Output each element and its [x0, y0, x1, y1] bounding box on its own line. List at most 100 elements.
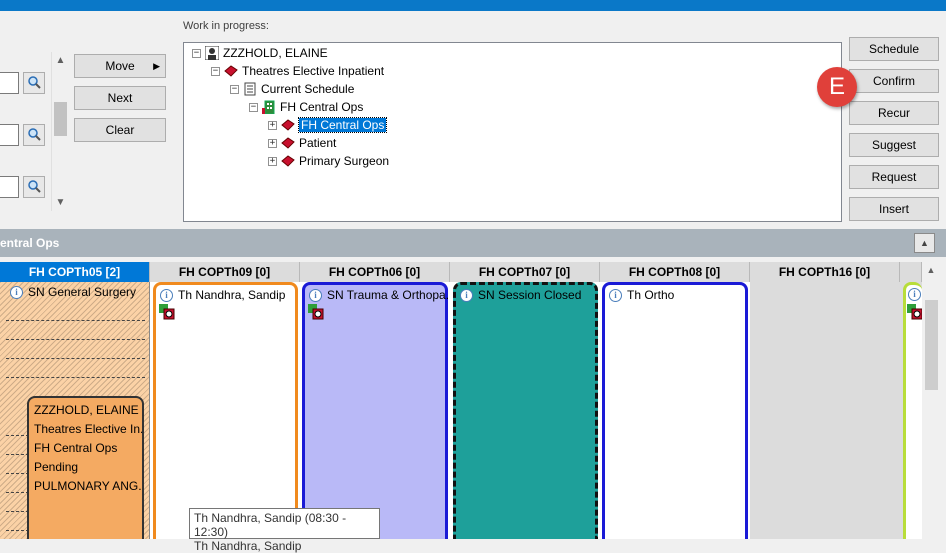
session-block-7[interactable]: i [903, 282, 923, 539]
patient-icon [204, 45, 220, 61]
criteria-field-3[interactable] [0, 176, 19, 198]
appt-patient: ZZZHOLD, ELAINE [34, 403, 139, 417]
suggest-button[interactable]: Suggest [849, 133, 939, 157]
appointment-block[interactable]: ZZZHOLD, ELAINE Theatres Elective In... … [27, 396, 144, 539]
tree-label: ZZZHOLD, ELAINE [223, 46, 328, 60]
tree-label-selected: FH Central Ops [297, 117, 388, 133]
tree-node-waitlist[interactable]: − Theatres Elective Inpatient [211, 62, 384, 80]
tree-node-patient[interactable]: − ZZZHOLD, ELAINE [192, 44, 328, 62]
session-block-3[interactable]: i SN Trauma & Orthopa... [302, 282, 456, 539]
collapse-icon[interactable]: − [192, 48, 201, 58]
criteria-scrollbar[interactable]: ▲ ▼ [51, 52, 68, 211]
book-icon [281, 118, 295, 132]
column-7-body[interactable]: i [900, 282, 923, 539]
building-icon [262, 100, 276, 115]
session-label: SN Trauma & Orthopa... [327, 288, 456, 302]
info-icon[interactable]: i [10, 285, 23, 299]
lookup-button-2[interactable] [23, 124, 45, 146]
confirm-label: Confirm [872, 74, 915, 88]
tree-node-current-schedule[interactable]: − Current Schedule [230, 80, 354, 98]
next-button[interactable]: Next [74, 86, 166, 110]
column-header-7[interactable] [900, 262, 922, 282]
column-header-6[interactable]: FH COPTh16 [0] [750, 262, 900, 282]
insert-button[interactable]: Insert [849, 197, 939, 221]
column-header-2[interactable]: FH COPTh09 [0] [150, 262, 300, 282]
tree-node-primary-surgeon[interactable]: + Primary Surgeon [268, 152, 389, 170]
session-block-2[interactable]: i Th Nandhra, Sandip [153, 282, 298, 539]
appt-procedure: PULMONARY ANG... [34, 479, 142, 493]
lookup-button-3[interactable] [23, 176, 45, 198]
scroll-up-icon[interactable]: ▲ [52, 52, 69, 69]
criteria-field-2[interactable] [0, 124, 19, 146]
lookup-button-1[interactable] [23, 72, 45, 94]
menu-arrow-icon: ▶ [153, 60, 160, 71]
session-title-2: i Th Nandhra, Sandip [160, 288, 285, 302]
tree-node-patient-detail[interactable]: + Patient [268, 134, 336, 152]
tooltip-line-2: Th Nandhra, Sandip [194, 539, 302, 553]
collapse-icon[interactable]: − [230, 84, 239, 94]
column-4-body[interactable]: i SN Session Closed [450, 282, 600, 539]
collapse-icon[interactable]: − [249, 102, 258, 112]
session-title-3: i SN Trauma & Orthopa... [309, 288, 456, 302]
recur-button[interactable]: Recur [849, 101, 939, 125]
appt-waitlist: Theatres Elective In... [34, 422, 142, 436]
column-header-5[interactable]: FH COPTh08 [0] [600, 262, 750, 282]
session-label: SN General Surgery [28, 285, 137, 299]
scroll-thumb[interactable] [54, 102, 67, 136]
column-3-body[interactable]: i SN Trauma & Orthopa... [300, 282, 456, 539]
info-icon[interactable]: i [908, 288, 921, 301]
session-status-icon [308, 304, 324, 320]
column-header-4[interactable]: FH COPTh07 [0] [450, 262, 600, 282]
request-button[interactable]: Request [849, 165, 939, 189]
tree-node-location[interactable]: − FH Central Ops [249, 98, 363, 116]
session-title-4: i SN Session Closed [460, 288, 581, 302]
criteria-field-1[interactable] [0, 72, 19, 94]
info-icon[interactable]: i [460, 288, 473, 302]
move-button[interactable]: Move ▶ [74, 54, 166, 78]
wip-label: Work in progress: [183, 20, 269, 32]
session-block-4[interactable]: i SN Session Closed [453, 282, 598, 539]
expand-icon[interactable]: + [268, 138, 277, 148]
wip-tree[interactable]: − ZZZHOLD, ELAINE − Theatres Elective In… [183, 42, 842, 222]
schedule-button[interactable]: Schedule [849, 37, 939, 61]
session-status-icon [159, 304, 175, 320]
column-header-1[interactable]: FH COPTh05 [2] [0, 262, 150, 282]
expand-icon[interactable]: + [268, 120, 277, 130]
grid-scrollbar[interactable]: ▲ [922, 262, 940, 539]
clear-button[interactable]: Clear [74, 118, 166, 142]
info-icon[interactable]: i [160, 288, 173, 302]
info-icon[interactable]: i [309, 288, 322, 302]
session-label: Th Nandhra, Sandip [178, 288, 286, 302]
column-2-body[interactable]: i Th Nandhra, Sandip [150, 282, 300, 539]
move-label: Move [105, 59, 135, 73]
tree-label: Patient [299, 136, 337, 150]
session-title-5: i Th Ortho [609, 288, 674, 302]
column-6-body[interactable] [750, 282, 900, 539]
request-label: Request [871, 170, 917, 184]
confirm-button[interactable]: Confirm [849, 69, 939, 93]
info-icon[interactable]: i [609, 288, 622, 302]
book-icon [281, 136, 295, 150]
session-title-1: i SN General Surgery [10, 285, 136, 299]
expand-icon[interactable]: + [268, 156, 277, 166]
collapse-section-icon[interactable]: ▲ [914, 233, 935, 253]
next-label: Next [107, 91, 133, 105]
session-block-5[interactable]: i Th Ortho [602, 282, 748, 539]
column-header-3[interactable]: FH COPTh06 [0] [300, 262, 450, 282]
tree-label: FH Central Ops [280, 100, 364, 114]
insert-label: Insert [878, 202, 909, 216]
step-badge: E [817, 67, 857, 107]
scroll-up-icon[interactable]: ▲ [922, 262, 940, 279]
book-icon [224, 64, 238, 78]
scroll-thumb[interactable] [925, 300, 938, 390]
session-status-icon [907, 304, 923, 320]
session-label: SN Session Closed [478, 288, 582, 302]
tooltip-line-1: Th Nandhra, Sandip (08:30 - 12:30) [194, 511, 347, 539]
tree-node-location-detail[interactable]: + FH Central Ops [268, 116, 388, 134]
column-1-body[interactable]: i SN General Surgery ZZZHOLD, ELAINE The… [0, 282, 150, 539]
collapse-icon[interactable]: − [211, 66, 220, 76]
appt-status: Pending [34, 460, 79, 474]
column-5-body[interactable]: i Th Ortho [600, 282, 750, 539]
scroll-down-icon[interactable]: ▼ [52, 194, 69, 211]
tree-label: Primary Surgeon [299, 154, 390, 168]
